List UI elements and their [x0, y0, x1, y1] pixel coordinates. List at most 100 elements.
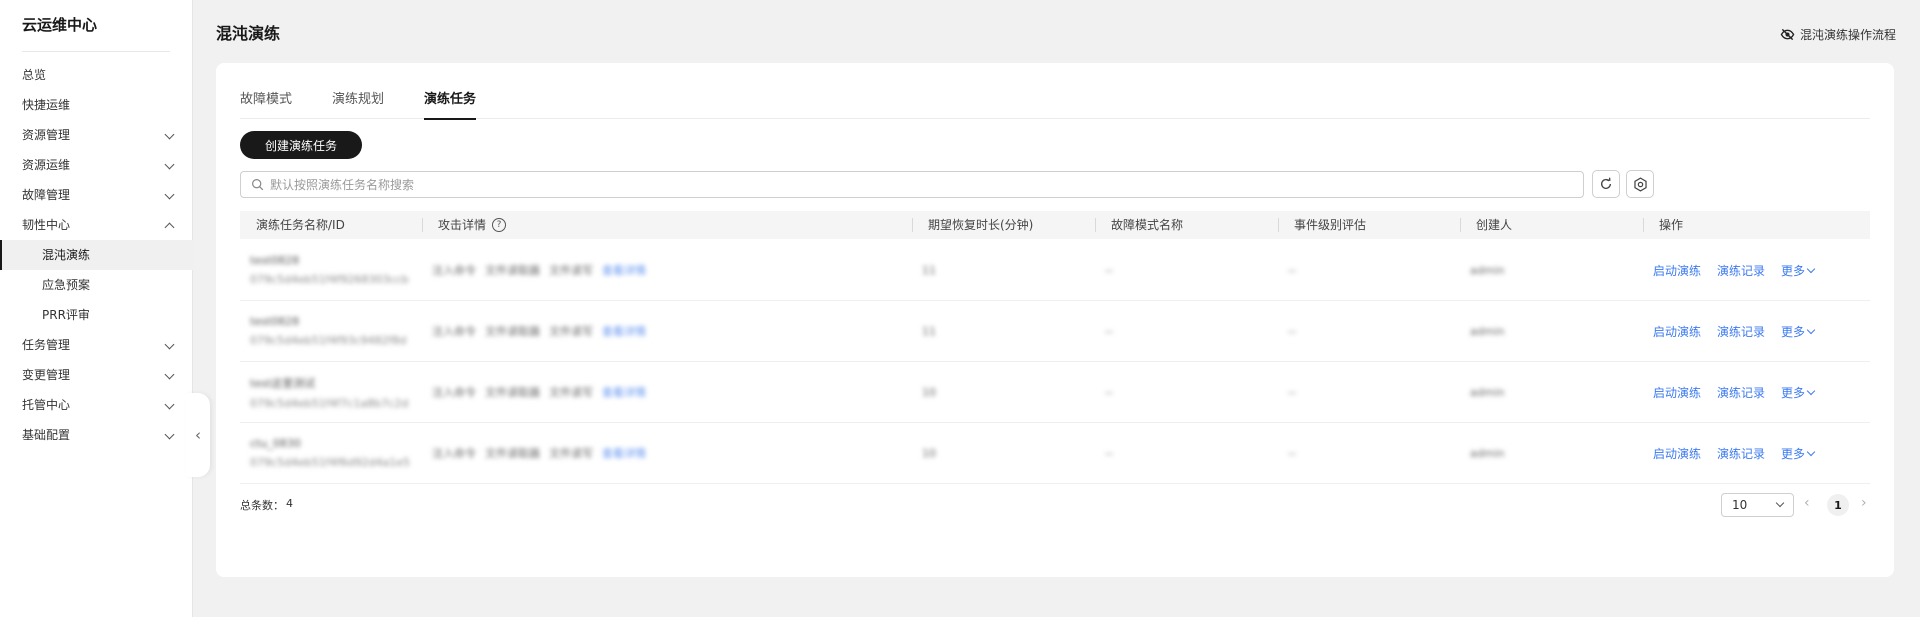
- attack-detail-cell: 注入命令 文件读取器 文件读写 查看详情: [422, 323, 912, 339]
- sidebar-item-chaos-drill[interactable]: 混沌演练: [0, 240, 193, 270]
- sidebar-item-change-mgmt[interactable]: 变更管理: [0, 360, 193, 390]
- sidebar-item-label: 韧性中心: [22, 218, 71, 232]
- table-row: ctu_0830 079c5d4eb51f4f6d92d4a1e5 注入命令 文…: [240, 423, 1870, 484]
- table-row: test这里测试 079c5d4eb51f4f7c1a8b7c2d 注入命令 文…: [240, 362, 1870, 423]
- chevron-down-icon: [164, 129, 175, 140]
- help-icon[interactable]: ?: [492, 218, 507, 232]
- task-id: 079c5d4eb51f4f7c1a8b7c2d: [250, 396, 409, 410]
- attack-detail-link[interactable]: 查看详情: [602, 445, 646, 461]
- start-drill-link[interactable]: 启动演练: [1653, 445, 1701, 462]
- drill-record-link[interactable]: 演练记录: [1717, 262, 1765, 279]
- actions-cell: 启动演练 演练记录 更多: [1643, 262, 1870, 279]
- prev-page-button[interactable]: ‹: [1804, 495, 1810, 511]
- duration-cell: 10: [922, 385, 936, 399]
- sidebar-item-resource-ops[interactable]: 资源运维: [0, 150, 193, 180]
- sidebar-item-quick-ops[interactable]: 快捷运维: [0, 90, 193, 120]
- start-drill-link[interactable]: 启动演练: [1653, 384, 1701, 401]
- sidebar-item-label: 总览: [22, 68, 47, 82]
- tab-fault-mode[interactable]: 故障模式: [240, 89, 292, 119]
- task-name[interactable]: test0828: [250, 254, 422, 267]
- creator-cell: admin: [1470, 385, 1505, 399]
- operation-flow-link[interactable]: 混沌演练操作流程: [1780, 26, 1896, 43]
- sidebar-item-prr-review[interactable]: PRR评审: [0, 300, 193, 330]
- total-label: 总条数：: [240, 499, 284, 512]
- column-label: 操作: [1659, 218, 1684, 232]
- attack-detail-link[interactable]: 查看详情: [602, 384, 646, 400]
- more-dropdown[interactable]: 更多: [1781, 445, 1816, 462]
- total-value: 4: [286, 497, 293, 510]
- sidebar-item-label: 托管中心: [22, 398, 71, 412]
- actions-cell: 启动演练 演练记录 更多: [1643, 323, 1870, 340]
- chevron-down-icon: [164, 399, 175, 410]
- drill-record-link[interactable]: 演练记录: [1717, 384, 1765, 401]
- next-page-button[interactable]: ›: [1861, 495, 1867, 511]
- attack-tag: 注入命令: [432, 325, 476, 338]
- sidebar-collapse-button[interactable]: ‹: [186, 393, 210, 477]
- duration-cell: 11: [922, 324, 936, 338]
- chevron-down-icon: [1806, 325, 1816, 334]
- sidebar-item-hosting-center[interactable]: 托管中心: [0, 390, 193, 420]
- chevron-down-icon: [164, 339, 175, 350]
- more-dropdown[interactable]: 更多: [1781, 323, 1816, 340]
- start-drill-link[interactable]: 启动演练: [1653, 262, 1701, 279]
- duration-cell: 10: [922, 446, 936, 460]
- more-label: 更多: [1781, 324, 1806, 339]
- sidebar-item-label: 快捷运维: [22, 98, 71, 112]
- page-size-select[interactable]: 10: [1721, 493, 1794, 517]
- attack-tag: 文件读写: [549, 325, 593, 338]
- total-count: 总条数： 4: [240, 497, 293, 513]
- sidebar-item-resilience-center[interactable]: 韧性中心: [0, 210, 193, 240]
- attack-detail-link[interactable]: 查看详情: [602, 262, 646, 278]
- actions-cell: 启动演练 演练记录 更多: [1643, 445, 1870, 462]
- more-dropdown[interactable]: 更多: [1781, 384, 1816, 401]
- duration-cell: 11: [922, 263, 936, 277]
- sidebar: 云运维中心 总览 快捷运维 资源管理 资源运维 故障管理 韧性中心 混沌演练 应…: [0, 0, 193, 617]
- event-level-cell: --: [1288, 324, 1296, 338]
- task-name[interactable]: test这里测试: [250, 375, 422, 391]
- more-dropdown[interactable]: 更多: [1781, 262, 1816, 279]
- attack-detail-cell: 注入命令 文件读取器 文件读写 查看详情: [422, 262, 912, 278]
- creator-cell: admin: [1470, 263, 1505, 277]
- attack-detail-link[interactable]: 查看详情: [602, 323, 646, 339]
- chevron-down-icon: [164, 429, 175, 440]
- column-header-event-level: 事件级别评估: [1278, 211, 1460, 239]
- chevron-up-icon: [164, 222, 175, 233]
- sidebar-item-overview[interactable]: 总览: [0, 60, 193, 90]
- sidebar-item-task-mgmt[interactable]: 任务管理: [0, 330, 193, 360]
- start-drill-link[interactable]: 启动演练: [1653, 323, 1701, 340]
- refresh-button[interactable]: [1592, 170, 1620, 198]
- event-level-cell: --: [1288, 263, 1296, 277]
- tab-drill-task[interactable]: 演练任务: [424, 89, 477, 120]
- sidebar-item-label: 混沌演练: [42, 248, 91, 262]
- search-box: [240, 171, 1584, 198]
- drill-record-link[interactable]: 演练记录: [1717, 323, 1765, 340]
- more-label: 更多: [1781, 446, 1806, 461]
- creator-cell: admin: [1470, 324, 1505, 338]
- sidebar-item-emergency-plan[interactable]: 应急预案: [0, 270, 193, 300]
- settings-button[interactable]: [1626, 170, 1654, 198]
- task-name[interactable]: ctu_0830: [250, 437, 422, 450]
- task-id: 079c5d4eb51f4f6d92d4a1e5: [250, 456, 410, 469]
- task-name[interactable]: test0828: [250, 315, 422, 328]
- search-input[interactable]: [270, 177, 1570, 192]
- attack-tag: 文件读取器: [485, 264, 540, 277]
- fault-mode-cell: --: [1105, 385, 1113, 399]
- chevron-down-icon: [164, 369, 175, 380]
- sidebar-divider: [22, 51, 170, 52]
- column-header-duration: 期望恢复时长(分钟): [912, 211, 1095, 239]
- attack-tag: 注入命令: [432, 264, 476, 277]
- create-drill-task-button[interactable]: 创建演练任务: [240, 131, 362, 159]
- sidebar-item-label: 应急预案: [42, 278, 91, 292]
- sidebar-item-label: 变更管理: [22, 368, 71, 382]
- drill-record-link[interactable]: 演练记录: [1717, 445, 1765, 462]
- sidebar-item-fault-mgmt[interactable]: 故障管理: [0, 180, 193, 210]
- sidebar-item-label: PRR评审: [42, 308, 90, 322]
- attack-detail-cell: 注入命令 文件读取器 文件读写 查看详情: [422, 384, 912, 400]
- column-label: 期望恢复时长(分钟): [928, 218, 1034, 232]
- attack-tag: 文件读写: [549, 264, 593, 277]
- page-number-current[interactable]: 1: [1827, 494, 1849, 516]
- tab-drill-plan[interactable]: 演练规划: [332, 89, 384, 119]
- sidebar-item-base-config[interactable]: 基础配置: [0, 420, 193, 450]
- fault-mode-cell: --: [1105, 446, 1113, 460]
- sidebar-item-resource-mgmt[interactable]: 资源管理: [0, 120, 193, 150]
